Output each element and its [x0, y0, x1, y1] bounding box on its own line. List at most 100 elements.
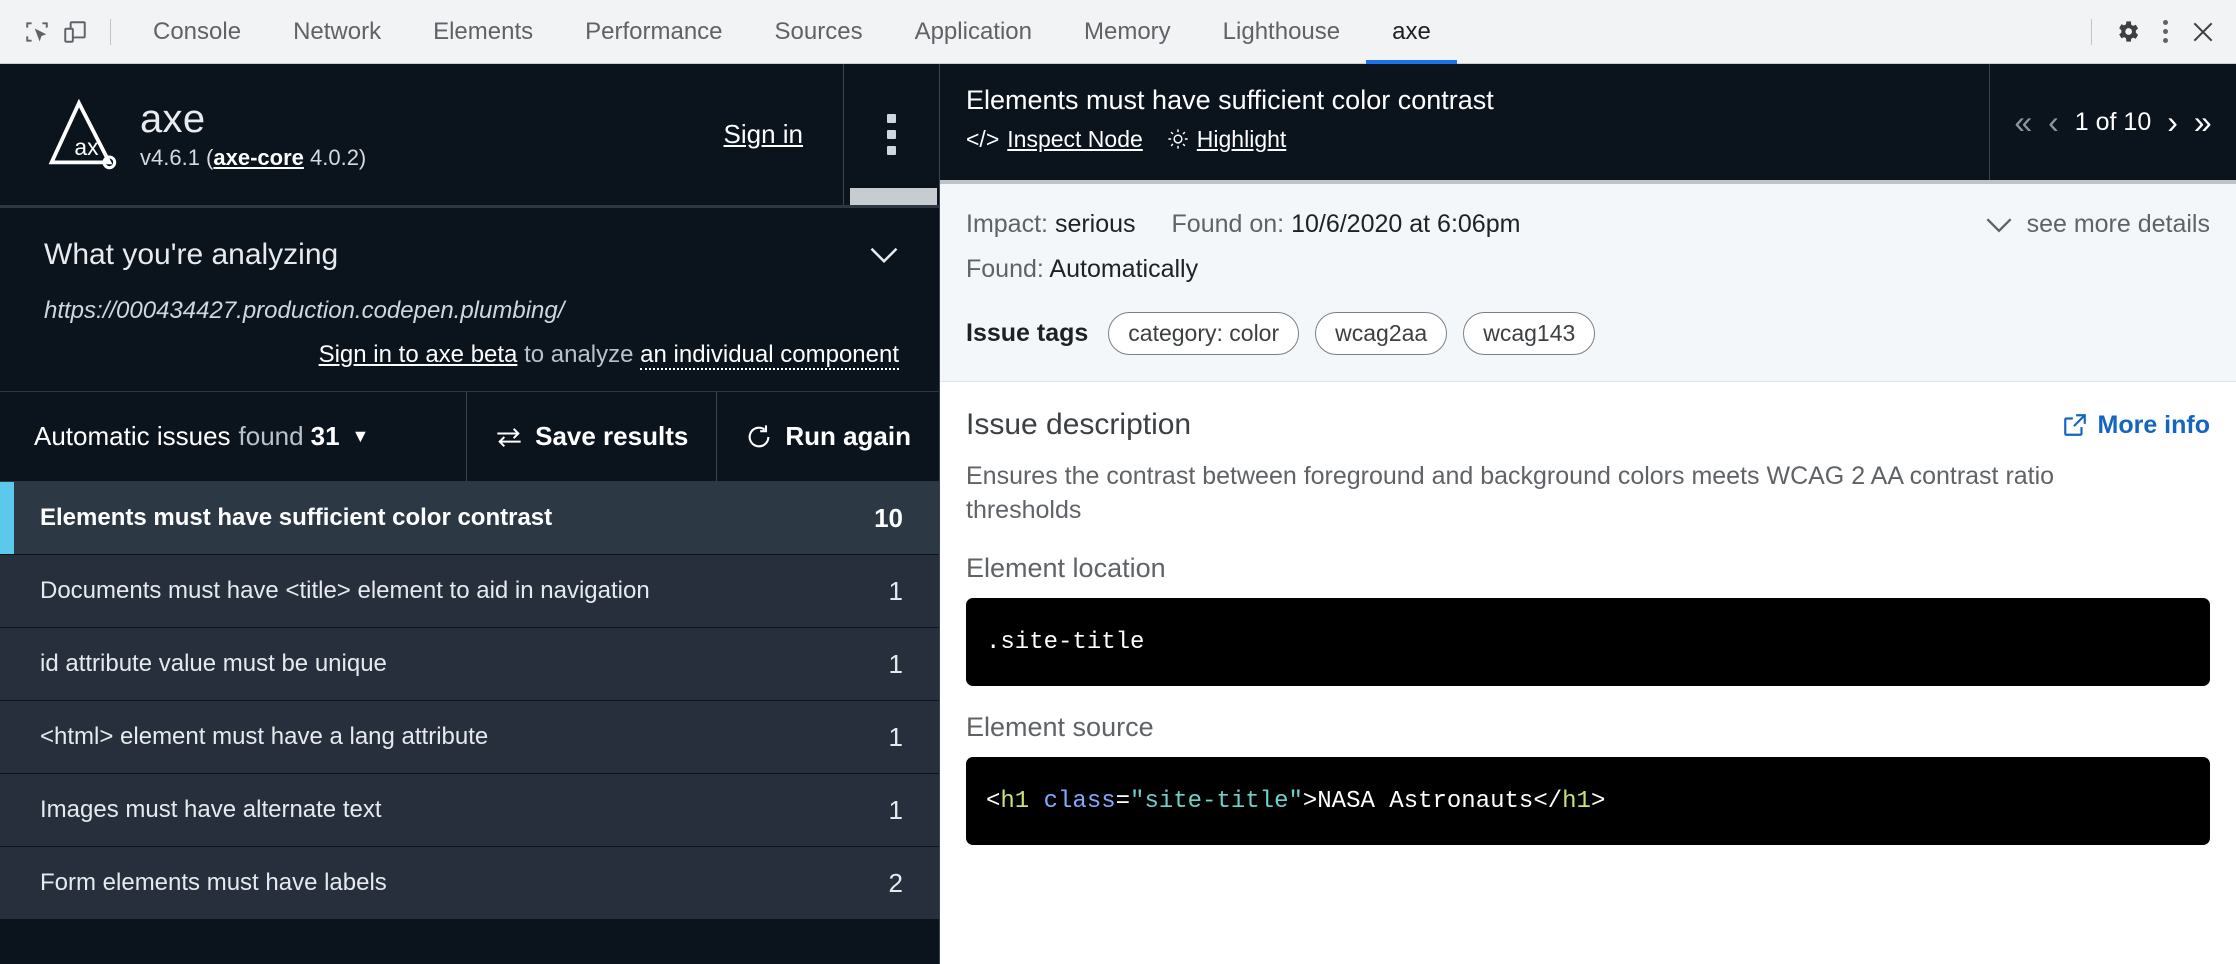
tab-lighthouse[interactable]: Lighthouse	[1197, 0, 1366, 64]
what-youre-analyzing-section: What you're analyzing https://000434427.…	[0, 208, 939, 392]
issue-list-item[interactable]: Images must have alternate text 1	[0, 774, 939, 847]
element-location-title: Element location	[966, 553, 2210, 584]
axe-actions-row: Automatic issues found 31 ▼ Save results…	[0, 392, 939, 482]
horizontal-scrollbar[interactable]	[850, 188, 937, 205]
tab-label: Performance	[585, 18, 722, 46]
last-page-button[interactable]: »	[2194, 106, 2212, 138]
toolbar-divider	[110, 19, 111, 45]
axe-version: v4.6.1 (axe-core 4.0.2)	[140, 145, 366, 171]
issue-count: 2	[889, 868, 903, 899]
detail-title: Elements must have sufficient color cont…	[966, 86, 1989, 116]
tab-sources[interactable]: Sources	[749, 0, 889, 64]
tab-label: Console	[153, 18, 241, 46]
issue-count: 1	[889, 795, 903, 826]
issue-list-item[interactable]: Documents must have <title> element to a…	[0, 555, 939, 628]
tab-performance[interactable]: Performance	[559, 0, 748, 64]
axe-core-link[interactable]: axe-core	[213, 145, 304, 170]
axe-panel: ax axe v4.6.1 (axe-core 4.0.2) Sign in W…	[0, 64, 2236, 964]
source-token: class	[1044, 788, 1116, 815]
svg-text:ax: ax	[74, 133, 99, 159]
transfer-arrows-icon	[495, 426, 523, 448]
see-more-details-button[interactable]: see more details	[1985, 210, 2210, 239]
tab-application[interactable]: Application	[889, 0, 1058, 64]
source-token: "site-title"	[1130, 788, 1303, 815]
more-info-link[interactable]: More info	[2062, 411, 2211, 440]
cta-middle-text: to analyze	[517, 341, 640, 368]
save-results-button[interactable]: Save results	[467, 392, 717, 481]
source-token: >NASA Astronauts</	[1303, 788, 1562, 815]
kebab-menu-icon[interactable]	[2146, 13, 2184, 51]
axe-overflow-column	[844, 64, 939, 205]
analyzing-header[interactable]: What you're analyzing	[44, 238, 899, 272]
code-brackets-icon: </>	[966, 126, 999, 153]
axe-kebab-menu-icon[interactable]	[887, 114, 896, 155]
previous-page-button[interactable]: ‹	[2048, 106, 2059, 138]
tab-network[interactable]: Network	[267, 0, 407, 64]
element-source-code: <h1 class="site-title">NASA Astronauts</…	[966, 757, 2210, 845]
chevron-down-icon[interactable]	[869, 245, 899, 265]
detail-header: Elements must have sufficient color cont…	[940, 64, 2236, 184]
element-source-title: Element source	[966, 712, 2210, 743]
issue-name: Documents must have <title> element to a…	[40, 577, 650, 605]
sign-in-link[interactable]: Sign in	[724, 119, 804, 150]
detail-actions: </> Inspect Node Highlight	[966, 126, 1989, 153]
impact-field: Impact: serious	[966, 210, 1136, 239]
source-token: <	[986, 788, 1000, 815]
kebab-dots	[2163, 20, 2168, 43]
axe-logo-icon: ax	[44, 97, 120, 173]
issue-list-item[interactable]: <html> element must have a lang attribut…	[0, 701, 939, 774]
tab-label: Memory	[1084, 18, 1171, 46]
tab-label: Sources	[775, 18, 863, 46]
axe-version-prefix: v4.6.1 (	[140, 145, 213, 170]
issues-prefix-label: Automatic issues	[34, 421, 231, 452]
axe-brand-title: axe	[140, 98, 366, 140]
issue-name: <html> element must have a lang attribut…	[40, 723, 488, 751]
issue-list-item[interactable]: Elements must have sufficient color cont…	[0, 482, 939, 555]
element-location-code: .site-title	[966, 598, 2210, 686]
axe-detail-panel: Elements must have sufficient color cont…	[940, 64, 2236, 964]
found-field: Found: Automatically	[966, 255, 2210, 284]
pager-label: 1 of 10	[2075, 108, 2151, 137]
issue-list-item[interactable]: Form elements must have labels 2	[0, 847, 939, 920]
device-toolbar-icon[interactable]	[56, 13, 94, 51]
found-on-value: 10/6/2020 at 6:06pm	[1291, 210, 1520, 238]
tab-axe[interactable]: axe	[1366, 0, 1457, 64]
issue-meta-row: Impact: serious Found on: 10/6/2020 at 6…	[966, 210, 2210, 239]
issue-list-item[interactable]: id attribute value must be unique 1	[0, 628, 939, 701]
issue-description-title: Issue description	[966, 408, 1191, 442]
first-page-button[interactable]: «	[2014, 106, 2032, 138]
highlight-button[interactable]: Highlight	[1167, 126, 1287, 153]
issue-pager: « ‹ 1 of 10 › »	[1990, 64, 2236, 180]
highlight-sun-icon	[1167, 128, 1189, 150]
next-page-button[interactable]: ›	[2167, 106, 2178, 138]
inspect-element-icon[interactable]	[18, 13, 56, 51]
inspect-node-button[interactable]: </> Inspect Node	[966, 126, 1143, 153]
close-icon[interactable]	[2184, 13, 2222, 51]
issue-description-header: Issue description More info	[966, 408, 2210, 442]
sign-in-to-axe-beta-link[interactable]: Sign in to axe beta	[319, 341, 518, 368]
tab-elements[interactable]: Elements	[407, 0, 559, 64]
source-token: h1	[1000, 788, 1029, 815]
external-link-icon	[2062, 412, 2088, 438]
axe-version-suffix: 4.0.2)	[304, 145, 366, 170]
chevron-down-icon	[1985, 216, 2013, 234]
gear-icon[interactable]	[2108, 13, 2146, 51]
tab-memory[interactable]: Memory	[1058, 0, 1197, 64]
individual-component-tooltip[interactable]: an individual component	[640, 341, 899, 370]
issue-tag[interactable]: wcag143	[1463, 312, 1595, 355]
issue-tag[interactable]: wcag2aa	[1315, 312, 1447, 355]
analyzed-url: https://000434427.production.codepen.plu…	[44, 297, 899, 325]
source-token: h1	[1562, 788, 1591, 815]
axe-branding-bar: ax axe v4.6.1 (axe-core 4.0.2) Sign in	[0, 64, 939, 208]
issues-found-word: found	[239, 421, 304, 452]
tab-console[interactable]: Console	[127, 0, 267, 64]
axe-branding: ax axe v4.6.1 (axe-core 4.0.2) Sign in	[0, 64, 844, 205]
inspect-node-label: Inspect Node	[1007, 126, 1143, 153]
devtools-toolbar: Console Network Elements Performance Sou…	[0, 0, 2236, 64]
automatic-issues-dropdown[interactable]: Automatic issues found 31 ▼	[0, 392, 467, 481]
run-again-button[interactable]: Run again	[717, 392, 939, 481]
run-again-label: Run again	[785, 421, 911, 452]
source-token	[1029, 788, 1043, 815]
toolbar-divider-right	[2091, 19, 2092, 45]
issue-tag[interactable]: category: color	[1108, 312, 1299, 355]
